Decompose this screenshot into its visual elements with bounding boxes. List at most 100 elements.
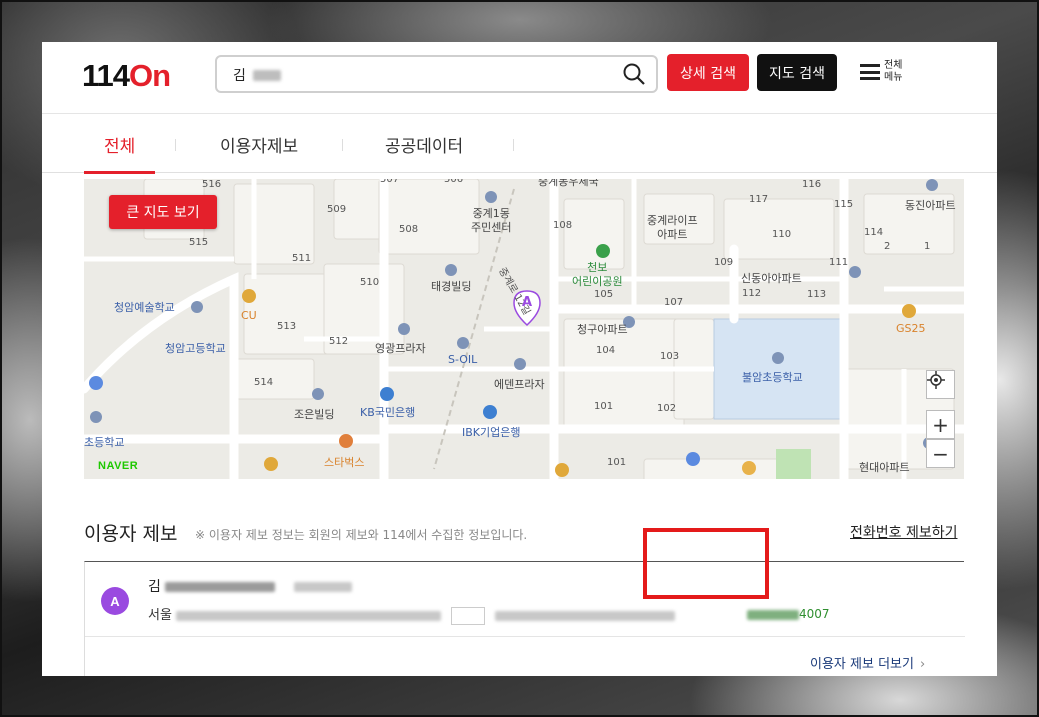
map-label: 103 [660, 351, 680, 362]
user-report-note: ※ 이용자 제보 정보는 회원의 제보와 114에서 수집한 정보입니다. [195, 528, 528, 542]
search-icon[interactable] [622, 62, 646, 86]
site-header: 114On 상세 검색 지도 검색 전체 메뉴 [42, 42, 997, 114]
highlight-box [643, 528, 769, 599]
map-label: 111 [829, 257, 849, 268]
naver-logo: NAVER [98, 460, 139, 472]
map-label: KB국민은행 [360, 406, 416, 419]
map-marker-a[interactable]: A [522, 295, 532, 310]
map-label: 스타벅스 [324, 456, 365, 469]
map-label: IBK기업은행 [462, 426, 521, 439]
redacted-old-address [495, 610, 676, 621]
map-label: 117 [749, 194, 769, 205]
tab-public-data[interactable]: 공공데이터 [385, 115, 463, 173]
hamburger-icon [860, 64, 880, 80]
map-label: 105 [594, 289, 614, 300]
map-label: 101 [594, 401, 614, 412]
map-label: 101 [607, 457, 627, 468]
redacted-address [176, 610, 442, 621]
map-label: 509 [327, 204, 347, 215]
map-label: 태경빌딩 [431, 280, 472, 293]
map-label: 천보 어린이공원 [572, 261, 623, 288]
address-badge [451, 606, 486, 625]
map-label: 에덴프라자 [494, 378, 545, 391]
location-map[interactable]: 516 515 509 507 506 508 511 510 513 512 … [84, 179, 964, 479]
more-user-reports-link[interactable]: 이용자 제보 더보기 › [810, 653, 925, 672]
map-label: 1 [924, 241, 931, 252]
map-label: 2 [884, 241, 891, 252]
redacted-name [165, 582, 276, 592]
map-label: 513 [277, 321, 297, 332]
big-map-button[interactable]: 큰 지도 보기 [109, 195, 217, 229]
user-report-title: 이용자 제보 [84, 523, 178, 545]
more-link-label: 이용자 제보 더보기 [810, 657, 914, 672]
result-address-text: 서울 [148, 608, 172, 623]
tab-user-report[interactable]: 이용자제보 [220, 115, 298, 173]
result-phone[interactable]: 4007 [747, 607, 830, 621]
map-label: 중계동우체국 [538, 179, 599, 188]
zoom-out-button[interactable]: − [926, 439, 955, 468]
redacted-category [293, 582, 352, 592]
tab-divider [513, 139, 514, 151]
map-label: 112 [742, 288, 762, 299]
tab-all[interactable]: 전체 [83, 115, 156, 174]
map-label: 115 [834, 199, 854, 210]
map-label: 108 [553, 220, 573, 231]
zoom-in-button[interactable]: + [926, 410, 955, 439]
map-label: 116 [802, 179, 822, 190]
map-label: 조은빌딩 [294, 408, 335, 421]
report-phone-link[interactable]: 전화번호 제보하기 [850, 522, 958, 542]
map-label: 515 [189, 237, 209, 248]
map-label: 508 [399, 224, 419, 235]
result-name-text: 김 [148, 579, 161, 595]
map-label: 511 [292, 253, 312, 264]
map-label: 중계라이프 아파트 [647, 214, 698, 241]
browser-page: 114On 상세 검색 지도 검색 전체 메뉴 전체 이용자제보 공공데이터 [42, 42, 997, 676]
tab-divider [342, 139, 343, 151]
result-tabs: 전체 이용자제보 공공데이터 [42, 115, 997, 174]
map-label: 114 [864, 227, 884, 238]
current-location-icon[interactable] [926, 370, 955, 399]
map-search-button[interactable]: 지도 검색 [757, 54, 837, 91]
detail-search-button[interactable]: 상세 검색 [667, 54, 749, 91]
map-label: 514 [254, 377, 274, 388]
chevron-right-icon: › [919, 657, 926, 672]
map-label: 506 [444, 179, 464, 185]
map-label: 현대아파트 [859, 461, 910, 474]
map-label: 동진아파트 [905, 199, 956, 212]
logo-on: On [129, 58, 171, 93]
map-label: 영광프라자 [375, 342, 426, 355]
logo-number: 114 [82, 58, 130, 93]
map-label: 신동아아파트 [741, 272, 802, 285]
map-label: 초등학교 [84, 436, 125, 449]
map-label: 107 [664, 297, 684, 308]
map-label: 507 [380, 179, 400, 185]
map-label: 102 [657, 403, 677, 414]
map-label: 불암초등학교 [742, 371, 803, 384]
redacted-phone [747, 609, 799, 620]
map-label: 청암예술학교 [114, 301, 175, 314]
map-label: 512 [329, 336, 349, 347]
map-label: 110 [772, 229, 792, 240]
map-label: 104 [596, 345, 616, 356]
search-redacted-text [253, 70, 281, 81]
map-label: 청암고등학교 [165, 342, 226, 355]
map-label: 청구아파트 [577, 323, 628, 336]
map-label: 516 [202, 179, 222, 190]
result-address: 서울 [148, 604, 676, 625]
avatar: A [101, 587, 129, 615]
row-divider [85, 636, 965, 637]
site-logo[interactable]: 114On [82, 58, 171, 94]
phone-suffix: 4007 [799, 607, 830, 621]
map-label: S-OIL [448, 353, 478, 366]
map-label: GS25 [896, 322, 926, 335]
all-menu-label: 전체 메뉴 [884, 60, 903, 83]
all-menu-button[interactable]: 전체 메뉴 [860, 60, 910, 86]
map-label: 510 [360, 277, 380, 288]
search-bar [215, 55, 658, 93]
result-name[interactable]: 김 [148, 576, 352, 596]
map-label: 113 [807, 289, 827, 300]
search-input[interactable] [233, 64, 613, 86]
tab-divider [175, 139, 176, 151]
map-label: 중계1동 주민센터 [471, 207, 512, 234]
map-label: 109 [714, 257, 734, 268]
